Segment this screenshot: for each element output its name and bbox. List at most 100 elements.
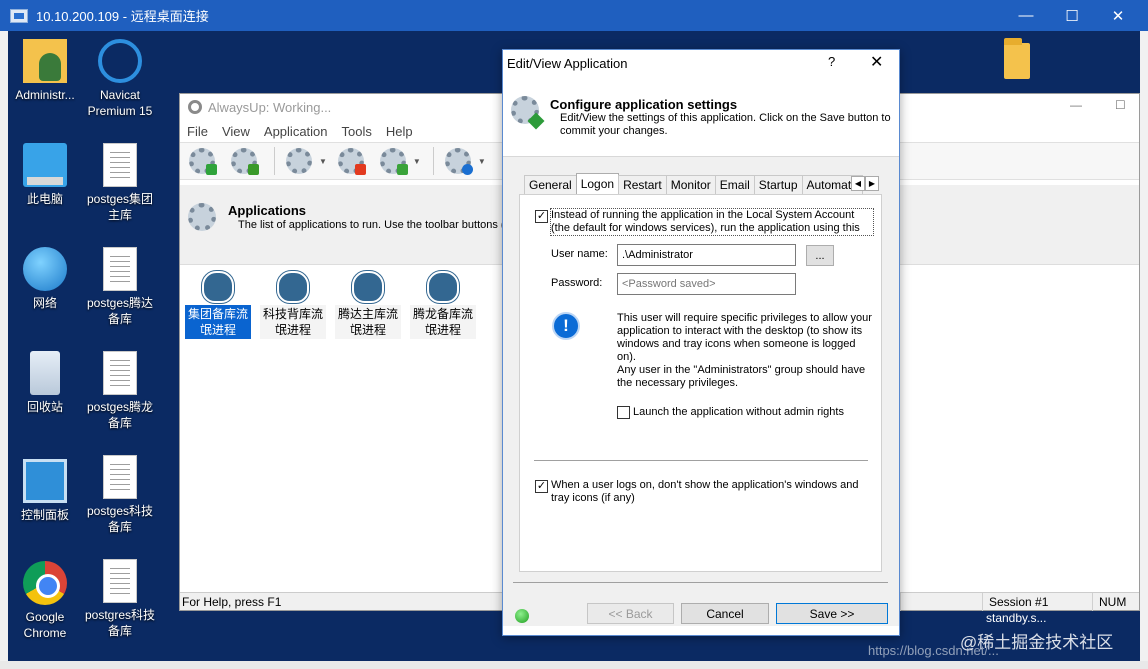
dialog-header-title: Configure application settings: [550, 97, 738, 112]
chevron-down-icon[interactable]: ▼: [478, 157, 486, 166]
run-as-user-checkbox[interactable]: ✓: [535, 210, 548, 223]
run-as-user-label: Instead of running the application in th…: [550, 208, 874, 236]
desktop-icon-postges-group[interactable]: postges集团主库: [82, 143, 158, 223]
rdp-close-button[interactable]: ✕: [1095, 0, 1141, 31]
desktop-icon-network[interactable]: 网络: [8, 247, 83, 311]
tab-email[interactable]: Email: [714, 175, 755, 194]
password-label: Password:: [551, 277, 603, 289]
document-icon: [103, 351, 137, 395]
rdp-title-bar: 10.10.200.109 - 远程桌面连接 — ☐ ✕: [0, 0, 1148, 31]
menu-application[interactable]: Application: [264, 124, 328, 139]
status-green-dot-icon: [515, 609, 529, 623]
chrome-icon: [23, 561, 67, 605]
application-item[interactable]: 集团备库流氓进程: [184, 271, 252, 340]
postgresql-elephant-icon: [202, 271, 234, 303]
rdp-window-title: 10.10.200.109 - 远程桌面连接: [36, 9, 209, 24]
restart-icon: [396, 164, 408, 175]
browse-user-button[interactable]: ...: [806, 245, 834, 266]
status-num: NUM: [1092, 593, 1140, 611]
username-field[interactable]: .\Administrator: [617, 244, 796, 266]
administrators-info-text: Any user in the "Administrators" group s…: [617, 364, 866, 389]
edit-application-button[interactable]: [226, 144, 262, 178]
tab-restart[interactable]: Restart: [618, 175, 667, 194]
menu-file[interactable]: File: [187, 124, 208, 139]
tab-strip: General Logon Restart Monitor Email Star…: [524, 173, 863, 194]
desktop-icon-navicat[interactable]: Navicat Premium 15: [82, 39, 158, 119]
desktop-icon-control-panel[interactable]: 控制面板: [8, 459, 83, 523]
desktop-icon-this-pc[interactable]: 此电脑: [8, 143, 83, 207]
desktop-icon-postges-tengda[interactable]: postges腾达备库: [82, 247, 158, 327]
desktop-icon-postgres-tech[interactable]: postgres科技备库: [82, 559, 158, 639]
alwaysup-maximize-button[interactable]: ☐: [1115, 98, 1126, 112]
network-icon: [23, 247, 67, 291]
desktop-icon-chrome[interactable]: Google Chrome: [8, 561, 83, 641]
logon-panel: ✓ Instead of running the application in …: [519, 194, 882, 572]
add-application-button[interactable]: [184, 144, 220, 178]
applications-title: Applications: [228, 203, 307, 218]
cancel-button[interactable]: Cancel: [681, 603, 769, 624]
document-icon: [103, 455, 137, 499]
user-folder-icon: [23, 39, 67, 83]
gear-edit-icon: [511, 96, 539, 124]
remote-desktop-icon: [10, 8, 28, 23]
tab-startup[interactable]: Startup: [753, 175, 803, 194]
recycle-bin-icon: [30, 351, 60, 395]
info-icon: !: [552, 312, 580, 340]
start-application-button[interactable]: [281, 144, 317, 178]
help-button[interactable]: ?: [828, 54, 835, 69]
desktop-icon-administrator[interactable]: Administr...: [8, 39, 83, 103]
postgresql-elephant-icon: [427, 271, 459, 303]
rdp-minimize-button[interactable]: —: [1003, 0, 1049, 31]
menu-view[interactable]: View: [222, 124, 250, 139]
dialog-footer-divider: [513, 582, 888, 583]
desktop-icon-recycle-bin[interactable]: 回收站: [8, 351, 83, 415]
tab-scroll-left-button[interactable]: ◀: [851, 176, 865, 191]
host-window-edge-right: [1140, 31, 1148, 661]
control-panel-icon: [23, 459, 67, 503]
save-button[interactable]: Save >>: [776, 603, 888, 624]
close-button[interactable]: ✕: [870, 52, 883, 72]
gear-icon: [188, 100, 202, 114]
status-cell-empty: [900, 593, 980, 611]
desktop-icon-postges-tenglong[interactable]: postges腾龙备库: [82, 351, 158, 431]
pencil-icon: [248, 164, 259, 175]
hide-windows-checkbox[interactable]: ✓: [535, 480, 548, 493]
menu-help[interactable]: Help: [386, 124, 413, 139]
restart-application-button[interactable]: [375, 144, 411, 178]
tab-general[interactable]: General: [524, 175, 577, 194]
chevron-down-icon[interactable]: ▼: [319, 157, 327, 166]
chevron-down-icon[interactable]: ▼: [413, 157, 421, 166]
alwaysup-minimize-button[interactable]: —: [1070, 98, 1082, 112]
background-text: standby.s...: [986, 611, 1047, 625]
document-icon: [103, 247, 137, 291]
application-info-button[interactable]: [440, 144, 476, 178]
toolbar-separator: [274, 147, 275, 175]
application-item[interactable]: 腾龙备库流氓进程: [410, 271, 476, 339]
panel-divider: [534, 460, 868, 461]
info-icon: [461, 164, 473, 175]
plus-icon: [206, 164, 217, 175]
navicat-icon: [98, 39, 142, 83]
computer-icon: [23, 143, 67, 187]
host-bottom-bar: [0, 661, 1148, 669]
tab-logon[interactable]: Logon: [575, 173, 620, 194]
alwaysup-title: AlwaysUp: Working...: [208, 99, 332, 115]
rdp-maximize-button[interactable]: ☐: [1049, 0, 1095, 31]
dialog-title: Edit/View Application: [507, 55, 628, 71]
tab-scroll-right-button[interactable]: ▶: [865, 176, 879, 191]
launch-without-admin-checkbox[interactable]: [617, 406, 630, 419]
application-item[interactable]: 腾达主库流氓进程: [335, 271, 401, 339]
application-item[interactable]: 科技背库流氓进程: [260, 271, 326, 339]
username-label: User name:: [551, 248, 608, 260]
menu-tools[interactable]: Tools: [342, 124, 372, 139]
back-button[interactable]: << Back: [587, 603, 674, 624]
stop-application-button[interactable]: [333, 144, 369, 178]
tab-monitor[interactable]: Monitor: [665, 175, 716, 194]
gear-icon: [286, 148, 312, 174]
password-field[interactable]: <Password saved>: [617, 273, 796, 295]
postgresql-elephant-icon: [352, 271, 384, 303]
postgresql-elephant-icon: [277, 271, 309, 303]
host-window-edge-left: [0, 31, 8, 661]
desktop-icon-postges-tech[interactable]: postges科技备库: [82, 455, 158, 535]
folder-icon[interactable]: [1004, 38, 1030, 79]
